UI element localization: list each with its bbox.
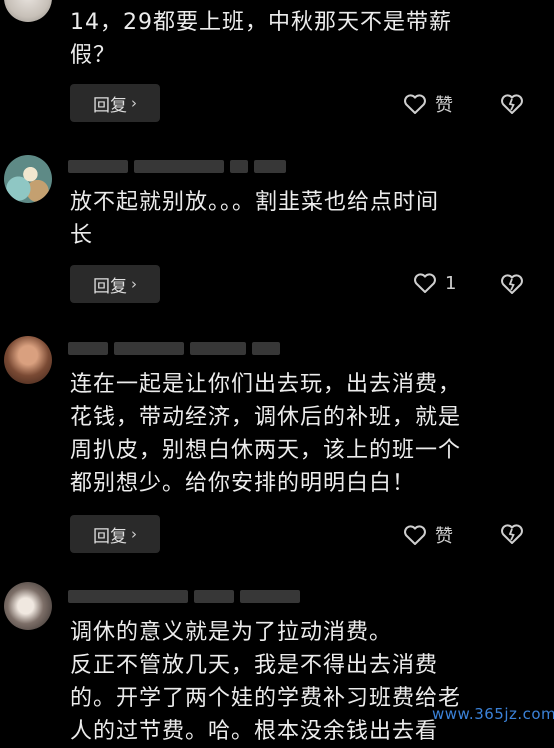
username-blurred <box>68 342 280 355</box>
comment-text: 调休的意义就是为了拉动消费。 反正不管放几天，我是不得出去消费 的。开学了两个娃… <box>70 616 530 748</box>
comment-text: 14，29都要上班，中秋那天不是带薪 假？ <box>70 6 530 72</box>
comment-line: 放不起就别放。。。割韭菜也给点时间 <box>70 190 440 215</box>
reply-label: 回复 <box>93 526 127 547</box>
avatar[interactable] <box>4 336 52 384</box>
reply-button[interactable]: 回复 › <box>70 84 160 122</box>
reply-button[interactable]: 回复 › <box>70 515 160 553</box>
chevron-right-icon: › <box>131 525 137 543</box>
reply-label: 回复 <box>93 95 127 116</box>
like-button[interactable]: 赞 <box>403 91 453 117</box>
heart-outline-icon <box>404 525 426 545</box>
comment-text: 连在一起是让你们出去玩，出去消费， 花钱，带动经济，调休后的补班，就是 周扒皮，… <box>70 368 530 500</box>
avatar[interactable] <box>4 155 52 203</box>
reply-label: 回复 <box>93 276 127 297</box>
broken-heart-icon[interactable] <box>500 272 524 296</box>
like-count: 1 <box>445 272 457 294</box>
like-label: 赞 <box>435 526 453 547</box>
heart-outline-icon <box>414 273 436 293</box>
broken-heart-icon[interactable] <box>500 92 524 116</box>
comment-line: 都别想少。给你安排的明明白白！ <box>70 471 416 496</box>
comment-line: 14，29都要上班，中秋那天不是带薪 <box>70 10 452 35</box>
broken-heart-icon[interactable] <box>500 522 524 546</box>
reply-button[interactable]: 回复 › <box>70 265 160 303</box>
comment-text: 放不起就别放。。。割韭菜也给点时间 长 <box>70 186 530 252</box>
comment-line: 调休的意义就是为了拉动消费。 <box>70 620 393 645</box>
watermark: www.365jz.com <box>432 705 554 723</box>
like-label: 赞 <box>435 95 453 116</box>
comment-line: 花钱，带动经济，调休后的补班，就是 <box>70 405 462 430</box>
like-button[interactable]: 1 <box>413 272 456 294</box>
comment-line: 周扒皮，别想白休两天，该上的班一个 <box>70 438 462 463</box>
heart-outline-icon <box>404 94 426 114</box>
avatar[interactable] <box>4 582 52 630</box>
comment-line: 反正不管放几天，我是不得出去消费 <box>70 653 439 678</box>
comment-line: 长 <box>70 223 94 248</box>
comment-line: 假？ <box>70 43 117 68</box>
comment-line: 连在一起是让你们出去玩，出去消费， <box>70 372 462 397</box>
username-blurred <box>68 160 286 173</box>
like-button[interactable]: 赞 <box>403 522 453 548</box>
username-blurred <box>68 590 300 603</box>
chevron-right-icon: › <box>131 94 137 112</box>
chevron-right-icon: › <box>131 275 137 293</box>
avatar[interactable] <box>4 0 52 22</box>
